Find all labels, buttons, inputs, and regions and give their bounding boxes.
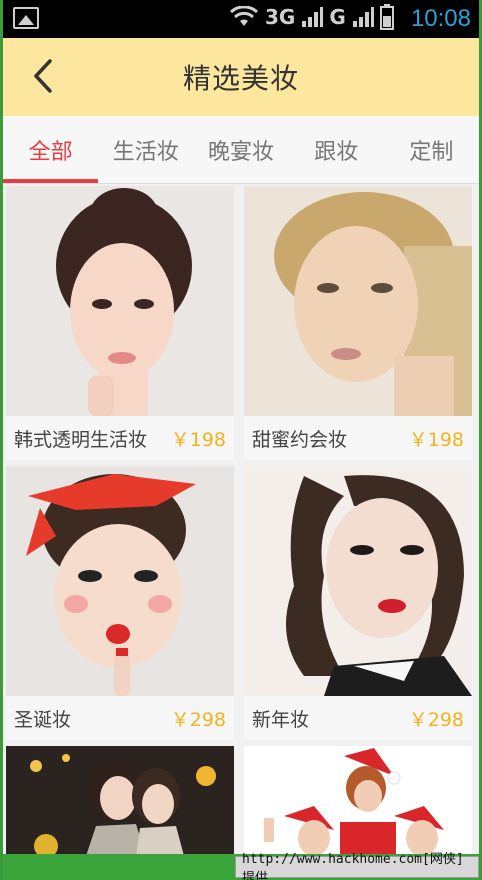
status-icons: 3G G xyxy=(229,4,394,30)
clock: 10:08 xyxy=(410,5,471,32)
makeup-photo xyxy=(244,466,472,696)
makeup-price: ￥298 xyxy=(408,708,464,731)
makeup-name: 圣诞妆 xyxy=(14,708,72,731)
tab-evening-makeup[interactable]: 晚宴妆 xyxy=(193,116,288,183)
page-title: 精选美妆 xyxy=(182,62,299,95)
wifi-icon xyxy=(229,6,259,26)
card-info: 甜蜜约会妆 ￥198 xyxy=(244,416,472,460)
back-button[interactable] xyxy=(23,56,63,96)
card-info: 圣诞妆 ￥298 xyxy=(6,696,234,740)
card-info: 韩式透明生活妆 ￥198 xyxy=(6,416,234,460)
makeup-name: 甜蜜约会妆 xyxy=(252,428,348,451)
network-label-1: 3G xyxy=(265,5,296,29)
status-bar: 3G G 10:08 xyxy=(3,0,479,38)
tab-custom[interactable]: 定制 xyxy=(384,116,479,183)
signal-icon-1 xyxy=(302,7,324,27)
app-frame: 3G G 10:08 精选美妆 全部 生活妆 晚宴妆 跟妆 定制 韩式透明生活妆… xyxy=(0,0,482,880)
chevron-left-icon xyxy=(34,59,52,93)
watermark-text: http://www.hackhome.com[网侠]提供 xyxy=(235,852,479,880)
network-label-2: G xyxy=(329,5,346,29)
makeup-name: 韩式透明生活妆 xyxy=(14,428,148,451)
makeup-photo xyxy=(6,186,234,416)
signal-icon-2 xyxy=(352,7,374,27)
makeup-card[interactable]: 圣诞妆 ￥298 xyxy=(6,466,234,740)
makeup-price: ￥298 xyxy=(170,708,226,731)
battery-icon xyxy=(379,4,394,30)
makeup-photo xyxy=(6,746,234,856)
card-info: 新年妆 ￥298 xyxy=(244,696,472,740)
tab-all[interactable]: 全部 xyxy=(3,116,99,183)
page-header: 精选美妆 xyxy=(3,38,479,116)
makeup-price: ￥198 xyxy=(408,428,464,451)
makeup-card[interactable] xyxy=(6,746,234,856)
makeup-photo xyxy=(244,746,472,856)
makeup-price: ￥198 xyxy=(170,428,226,451)
makeup-name: 新年妆 xyxy=(252,708,310,731)
tab-daily-makeup[interactable]: 生活妆 xyxy=(98,116,193,183)
makeup-photo xyxy=(6,466,234,696)
makeup-card[interactable]: 韩式透明生活妆 ￥198 xyxy=(6,186,234,460)
makeup-card[interactable]: 新年妆 ￥298 xyxy=(244,466,472,740)
makeup-photo xyxy=(244,186,472,416)
makeup-card[interactable] xyxy=(244,746,472,856)
tab-follow-makeup[interactable]: 跟妆 xyxy=(289,116,384,183)
makeup-card[interactable]: 甜蜜约会妆 ￥198 xyxy=(244,186,472,460)
gallery-notification-icon xyxy=(13,7,39,29)
category-tabs: 全部 生活妆 晚宴妆 跟妆 定制 xyxy=(3,116,479,184)
